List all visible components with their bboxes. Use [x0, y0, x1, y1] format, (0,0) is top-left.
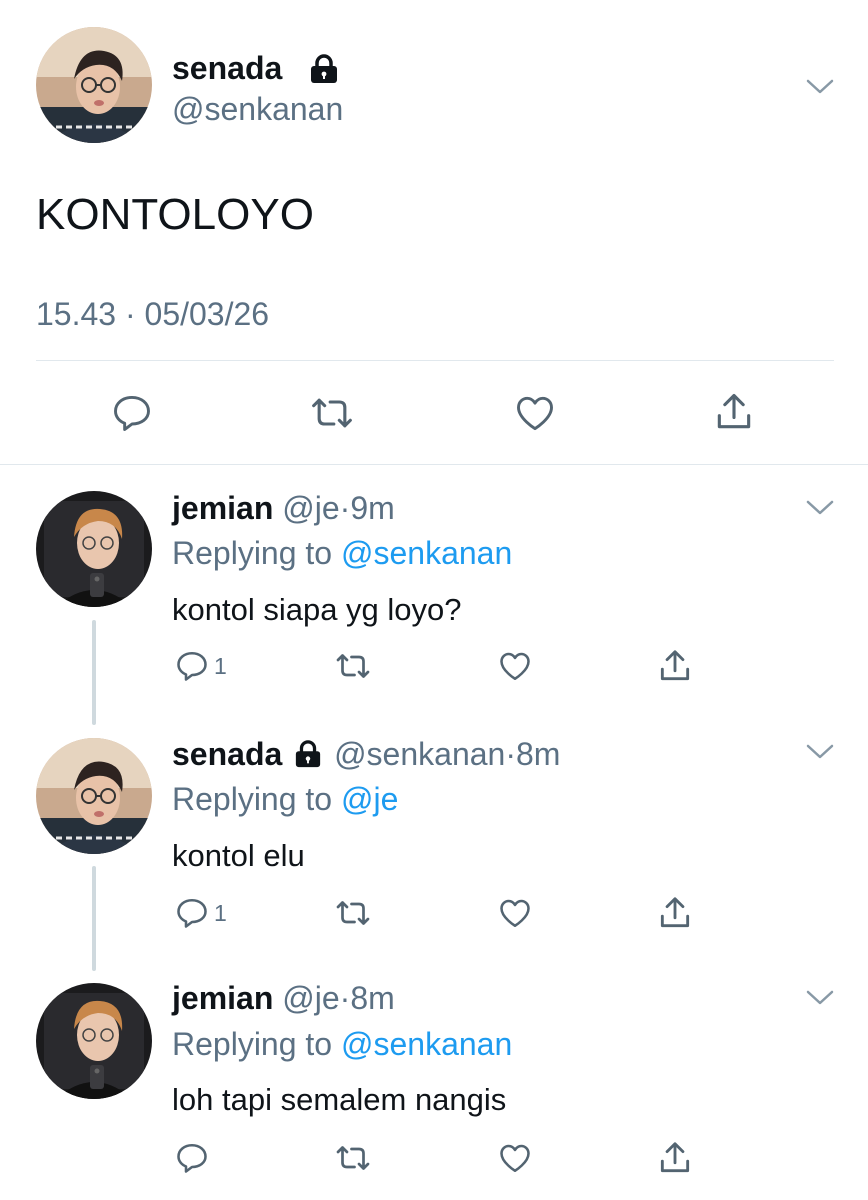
reply-text: kontol siapa yg loyo?: [172, 592, 462, 627]
like-button[interactable]: [496, 1140, 534, 1176]
replying-to: Replying to @senkanan: [172, 535, 512, 572]
retweet-button[interactable]: [308, 391, 356, 435]
replying-to-prefix: Replying to: [172, 781, 333, 817]
retweet-icon: [308, 391, 356, 435]
replying-to-link[interactable]: @senkanan: [341, 535, 512, 571]
main-handle[interactable]: @senkanan: [172, 91, 343, 128]
reply-header: jemian @je·9m: [172, 490, 395, 527]
reply-text: loh tapi semalem nangis: [172, 1082, 507, 1117]
like-icon: [496, 1140, 534, 1176]
like-button[interactable]: [496, 895, 534, 931]
replying-to: Replying to @senkanan: [172, 1026, 512, 1063]
main-tweet-time: 15.43: [36, 296, 117, 332]
main-tweet-date: 05/03/26: [144, 296, 270, 332]
replying-to-prefix: Replying to: [172, 1026, 333, 1062]
chevron-down-icon[interactable]: [805, 742, 835, 767]
reply-separator: ·: [505, 736, 516, 772]
reply-handle[interactable]: @je: [282, 980, 339, 1016]
retweet-button[interactable]: [333, 895, 373, 931]
retweet-icon: [333, 1140, 373, 1176]
main-tweet-timestamp: 15.43 · 05/03/26: [36, 296, 269, 333]
reply-separator: ·: [339, 490, 351, 526]
reply-text: kontol elu: [172, 838, 305, 873]
reply-button[interactable]: [174, 1140, 214, 1176]
like-icon: [496, 895, 534, 931]
avatar-senada[interactable]: [36, 27, 152, 143]
chevron-down-icon[interactable]: [805, 77, 835, 102]
avatar-jemian[interactable]: [36, 491, 152, 607]
share-button[interactable]: [656, 646, 694, 686]
lock-icon: [306, 54, 342, 89]
share-button[interactable]: [712, 389, 756, 435]
reply-header: senada @senkanan·8m: [172, 736, 560, 776]
reply-icon: [110, 391, 154, 435]
divider: [0, 464, 868, 465]
reply-count: 1: [214, 899, 227, 926]
reply-button[interactable]: 1: [174, 895, 227, 931]
like-icon: [496, 648, 534, 684]
chevron-down-icon[interactable]: [805, 988, 835, 1013]
reply-icon: [174, 1140, 210, 1176]
share-button[interactable]: [656, 1138, 694, 1178]
retweet-icon: [333, 895, 373, 931]
lock-icon: [291, 739, 325, 776]
share-icon: [656, 646, 694, 686]
avatar-senada[interactable]: [36, 738, 152, 854]
main-display-name[interactable]: senada: [172, 50, 282, 87]
thread-line: [92, 620, 96, 725]
retweet-button[interactable]: [333, 648, 373, 684]
reply-display-name[interactable]: jemian: [172, 980, 273, 1016]
replying-to-prefix: Replying to: [172, 535, 333, 571]
timestamp-separator: ·: [124, 296, 136, 332]
reply-button[interactable]: [110, 391, 154, 435]
reply-separator: ·: [339, 980, 351, 1016]
avatar-jemian[interactable]: [36, 983, 152, 1099]
reply-time[interactable]: 9m: [350, 490, 394, 526]
reply-handle[interactable]: @je: [282, 490, 339, 526]
reply-handle[interactable]: @senkanan: [334, 736, 505, 772]
reply-time[interactable]: 8m: [516, 736, 560, 772]
retweet-button[interactable]: [333, 1140, 373, 1176]
like-icon: [512, 391, 558, 435]
thread-line: [92, 866, 96, 971]
share-icon: [656, 893, 694, 933]
retweet-icon: [333, 648, 373, 684]
reply-button[interactable]: 1: [174, 648, 227, 684]
reply-time[interactable]: 8m: [350, 980, 394, 1016]
reply-icon: [174, 895, 210, 931]
reply-display-name[interactable]: jemian: [172, 490, 273, 526]
reply-icon: [174, 648, 210, 684]
replying-to-link[interactable]: @je: [341, 781, 398, 817]
like-button[interactable]: [496, 648, 534, 684]
replying-to: Replying to @je: [172, 781, 398, 818]
share-icon: [712, 389, 756, 435]
share-button[interactable]: [656, 893, 694, 933]
share-icon: [656, 1138, 694, 1178]
reply-header: jemian @je·8m: [172, 980, 395, 1017]
like-button[interactable]: [512, 391, 558, 435]
chevron-down-icon[interactable]: [805, 498, 835, 523]
reply-count: 1: [214, 652, 227, 679]
divider: [36, 360, 834, 361]
reply-display-name[interactable]: senada: [172, 736, 282, 772]
main-tweet-text: KONTOLOYO: [36, 190, 314, 239]
replying-to-link[interactable]: @senkanan: [341, 1026, 512, 1062]
